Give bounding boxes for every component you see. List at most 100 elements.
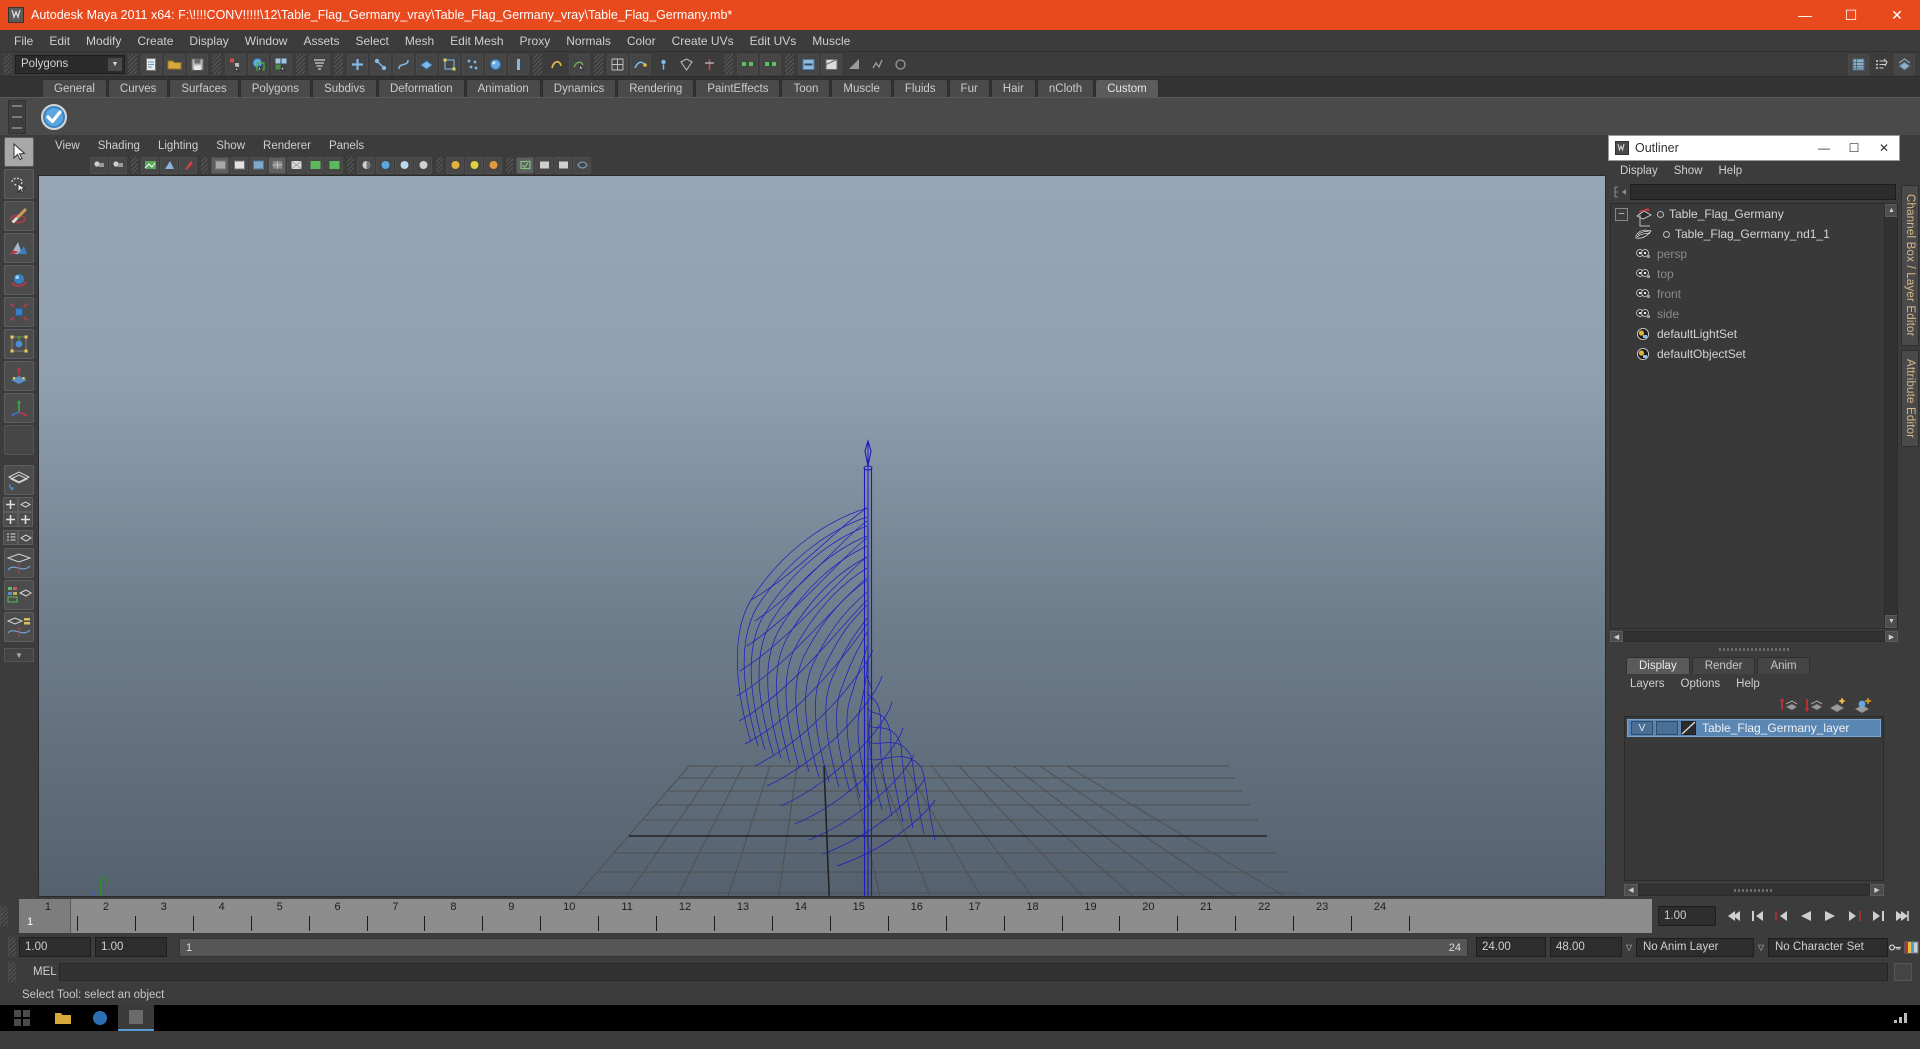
- render-current-frame-button[interactable]: [760, 53, 781, 75]
- scroll-down-icon[interactable]: ▼: [1885, 615, 1897, 628]
- step-back-frame-button[interactable]: [1770, 905, 1794, 927]
- expander-icon[interactable]: −: [1615, 207, 1628, 221]
- time-slider[interactable]: 1 1 2 3 4 5 6 7 8 9 10 11 12 13 14 15 16 17 18 19 20 21 22 23 2…: [19, 899, 1652, 933]
- step-forward-keyframe-button[interactable]: [1866, 905, 1890, 927]
- statusline-grip[interactable]: [4, 54, 12, 74]
- anim-layer-dropdown-icon[interactable]: ▽: [1622, 938, 1636, 957]
- shelf-tab-general[interactable]: General: [42, 79, 107, 97]
- scroll-right-icon[interactable]: ▶: [1870, 884, 1884, 896]
- single-perspective-layout-button[interactable]: [4, 465, 34, 495]
- tab-display[interactable]: Display: [1626, 657, 1690, 674]
- create-empty-layer-icon[interactable]: [1827, 695, 1849, 715]
- timeline-grip[interactable]: [0, 906, 8, 926]
- menu-edit[interactable]: Edit: [41, 32, 78, 50]
- menu-edit-uvs[interactable]: Edit UVs: [742, 32, 805, 50]
- outliner-minimize-button[interactable]: —: [1809, 136, 1839, 160]
- menu-file[interactable]: File: [6, 32, 41, 50]
- command-language-label[interactable]: MEL: [19, 966, 59, 978]
- select-surfaces-button[interactable]: [416, 53, 437, 75]
- script-editor-button[interactable]: [1894, 963, 1912, 981]
- viewport-menu-shading[interactable]: Shading: [89, 139, 149, 153]
- paint-selection-tool-button[interactable]: [4, 201, 34, 231]
- layer-row-table-flag-germany-layer[interactable]: V Table_Flag_Germany_layer: [1627, 719, 1881, 737]
- scroll-left-icon[interactable]: ◀: [1624, 884, 1638, 896]
- shelf-options-grip[interactable]: [8, 100, 26, 134]
- tab-channel-box-layer-editor[interactable]: Channel Box / Layer Editor: [1901, 185, 1919, 346]
- show-tool-settings-button[interactable]: [1894, 53, 1915, 75]
- new-scene-button[interactable]: [141, 53, 162, 75]
- outliner-row-persp[interactable]: persp: [1611, 244, 1897, 264]
- four-view-layout-button[interactable]: [3, 497, 18, 512]
- outliner-row-defaultobjectset[interactable]: defaultObjectSet: [1611, 344, 1897, 364]
- outliner-row-side[interactable]: side: [1611, 304, 1897, 324]
- play-forwards-button[interactable]: [1818, 905, 1842, 927]
- outliner-maximize-button[interactable]: ☐: [1839, 136, 1869, 160]
- persp-view-layout-button[interactable]: [18, 530, 33, 545]
- shelf-tab-muscle[interactable]: Muscle: [831, 79, 892, 97]
- select-mask-menu-button[interactable]: [309, 53, 330, 75]
- select-curves-button[interactable]: [393, 53, 414, 75]
- menu-create[interactable]: Create: [129, 32, 181, 50]
- minimize-button[interactable]: —: [1782, 0, 1828, 30]
- tab-anim[interactable]: Anim: [1757, 657, 1810, 674]
- menu-modify[interactable]: Modify: [78, 32, 129, 50]
- dock-divider[interactable]: [1612, 645, 1896, 653]
- rotate-tool-button[interactable]: [4, 265, 34, 295]
- play-backwards-button[interactable]: [1794, 905, 1818, 927]
- command-line-grip[interactable]: [8, 962, 16, 982]
- ipr-render-button[interactable]: [798, 53, 819, 75]
- shelf-tab-surfaces[interactable]: Surfaces: [169, 79, 239, 97]
- exposure-icon[interactable]: [446, 156, 464, 174]
- shelf-tab-hair[interactable]: Hair: [990, 79, 1036, 97]
- snap-to-view-plane-icon[interactable]: [653, 54, 674, 75]
- layer-display-type-swatch[interactable]: [1680, 720, 1697, 736]
- texture-display-icon[interactable]: [287, 156, 305, 174]
- select-tool-button[interactable]: [4, 137, 34, 167]
- select-handles-button[interactable]: [347, 53, 368, 75]
- xray-display-icon[interactable]: [376, 156, 394, 174]
- go-to-start-button[interactable]: [1722, 905, 1746, 927]
- open-scene-button[interactable]: [164, 53, 185, 75]
- move-tool-button[interactable]: [4, 233, 34, 263]
- snap-to-curve-icon[interactable]: [546, 54, 567, 75]
- outliner-row-defaultlightset[interactable]: defaultLightSet: [1611, 324, 1897, 344]
- smooth-shade-selected-icon[interactable]: [249, 156, 267, 174]
- shaded-wireframe-icon[interactable]: [268, 156, 286, 174]
- move-layer-up-icon[interactable]: [1777, 695, 1799, 715]
- start-button-icon[interactable]: [0, 1005, 44, 1031]
- viewport-options-icon[interactable]: [573, 156, 591, 174]
- move-layer-down-icon[interactable]: [1802, 695, 1824, 715]
- lasso-tool-button[interactable]: [4, 169, 34, 199]
- two-d-pan-zoom-icon[interactable]: [160, 156, 178, 174]
- outliner-hscroll-track[interactable]: [1623, 631, 1885, 642]
- outliner-filter-icon[interactable]: [1612, 184, 1630, 200]
- shelf-tab-toon[interactable]: Toon: [781, 79, 831, 97]
- construction-plane-icon[interactable]: [699, 54, 720, 75]
- render-region-icon[interactable]: [844, 54, 865, 75]
- tab-render[interactable]: Render: [1691, 657, 1756, 674]
- step-forward-frame-button[interactable]: [1842, 905, 1866, 927]
- color-management-icon[interactable]: [484, 156, 502, 174]
- menu-color[interactable]: Color: [619, 32, 664, 50]
- go-to-end-button[interactable]: [1890, 905, 1914, 927]
- shelf-tab-polygons[interactable]: Polygons: [239, 79, 312, 97]
- add-selected-to-isolate-icon[interactable]: [554, 156, 572, 174]
- select-camera-icon[interactable]: [90, 156, 108, 174]
- layer-visibility-toggle[interactable]: V: [1631, 721, 1653, 735]
- layer-menu-layers[interactable]: Layers: [1622, 677, 1673, 691]
- use-default-lighting-icon[interactable]: [306, 156, 324, 174]
- viewport-menu-panels[interactable]: Panels: [320, 139, 373, 153]
- create-layer-from-selected-icon[interactable]: [1852, 695, 1874, 715]
- select-rendering-button[interactable]: [485, 53, 506, 75]
- maximize-button[interactable]: ☐: [1828, 0, 1874, 30]
- show-manipulator-tool-button[interactable]: [4, 393, 34, 423]
- shadows-icon[interactable]: [357, 156, 375, 174]
- menu-display[interactable]: Display: [181, 32, 236, 50]
- animation-preferences-icon[interactable]: [1902, 938, 1920, 957]
- two-pane-side-layout-button[interactable]: [3, 512, 18, 527]
- scroll-up-icon[interactable]: ▲: [1885, 204, 1897, 217]
- scroll-right-icon[interactable]: ▶: [1885, 631, 1898, 642]
- render-diagnostics-icon[interactable]: [867, 54, 888, 75]
- select-by-hierarchy-button[interactable]: [225, 53, 246, 75]
- outliner-menu-display[interactable]: Display: [1612, 164, 1666, 178]
